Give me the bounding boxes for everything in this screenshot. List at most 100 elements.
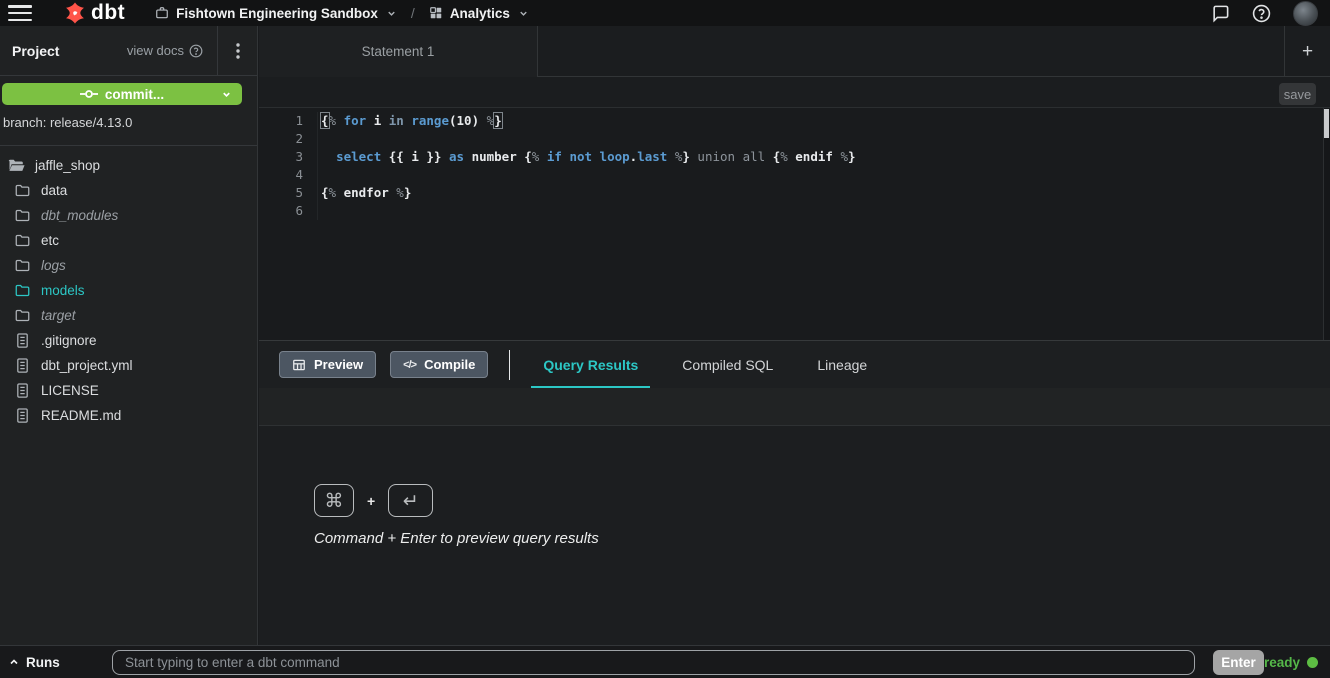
code-icon: </>	[403, 359, 416, 371]
file-icon	[14, 408, 31, 423]
code-line-3[interactable]: 3 select {{ i }} as number {% if not loo…	[259, 148, 1330, 166]
file-icon	[14, 383, 31, 398]
status-dot	[1307, 657, 1318, 668]
tab-lineage[interactable]: Lineage	[805, 341, 879, 389]
tree-item-label: dbt_modules	[41, 208, 118, 223]
apps-grid-icon	[429, 6, 443, 20]
results-panel-content: ⌘ + ↵ Command + Enter to preview query r…	[259, 426, 1330, 645]
enter-key-icon: ↵	[388, 484, 433, 517]
tree-item-dbt-modules[interactable]: dbt_modules	[0, 203, 257, 228]
line-number: 3	[259, 148, 317, 166]
tree-item-gitignore[interactable]: .gitignore	[0, 328, 257, 353]
dbt-command-input[interactable]	[112, 650, 1195, 675]
dbt-logo[interactable]: dbt	[62, 0, 125, 26]
tab-statement-1[interactable]: Statement 1	[259, 26, 538, 77]
status-indicator: ready	[1264, 655, 1318, 670]
editor-scrollbar-thumb[interactable]	[1324, 109, 1329, 138]
code-line-2[interactable]: 2	[259, 130, 1330, 148]
tree-item-label: logs	[41, 258, 66, 273]
main-area: Statement 1 + save 1{% for i in range(10…	[259, 26, 1330, 645]
code-line-content: select {{ i }} as number {% if not loop.…	[317, 148, 856, 166]
line-number: 5	[259, 184, 317, 202]
hamburger-menu-icon[interactable]	[8, 5, 32, 21]
chevron-up-icon	[8, 656, 20, 668]
tree-item-logs[interactable]: logs	[0, 253, 257, 278]
branch-label: branch: release/4.13.0	[3, 115, 257, 130]
project-switcher[interactable]: Analytics	[429, 6, 529, 21]
plus-icon: +	[1302, 41, 1313, 63]
save-button[interactable]: save	[1279, 83, 1316, 105]
chevron-down-icon	[386, 8, 397, 19]
sidebar-title: Project	[0, 43, 127, 59]
tree-item-dbt-project-yml[interactable]: dbt_project.yml	[0, 353, 257, 378]
line-number: 2	[259, 130, 317, 148]
line-number: 6	[259, 202, 317, 220]
avatar[interactable]	[1293, 1, 1318, 26]
account-name: Fishtown Engineering Sandbox	[176, 6, 378, 21]
code-line-content: {% for i in range(10) %}	[317, 112, 502, 130]
code-line-content	[317, 166, 321, 184]
sidebar-header: Project view docs	[0, 26, 257, 76]
tree-item-jaffle-shop[interactable]: jaffle_shop	[0, 153, 257, 178]
new-tab-button[interactable]: +	[1284, 26, 1330, 77]
folder-icon	[14, 259, 31, 272]
tab-query-results[interactable]: Query Results	[531, 341, 650, 389]
preview-button[interactable]: Preview	[279, 351, 376, 378]
code-line-4[interactable]: 4	[259, 166, 1330, 184]
project-name: Analytics	[450, 6, 510, 21]
enter-button[interactable]: Enter	[1213, 650, 1264, 675]
help-icon[interactable]	[1252, 4, 1271, 23]
top-bar-actions	[1211, 1, 1318, 26]
tree-item-data[interactable]: data	[0, 178, 257, 203]
tree-item-license[interactable]: LICENSE	[0, 378, 257, 403]
plus-sign: +	[367, 493, 375, 509]
folder-icon	[14, 184, 31, 197]
table-icon	[292, 358, 306, 372]
folder-icon	[14, 234, 31, 247]
compile-button[interactable]: </> Compile	[390, 351, 488, 378]
tree-item-label: data	[41, 183, 67, 198]
briefcase-icon	[155, 6, 169, 20]
tree-item-etc[interactable]: etc	[0, 228, 257, 253]
more-options-icon[interactable]	[217, 26, 257, 76]
tree-item-readme-md[interactable]: README.md	[0, 403, 257, 428]
dbt-logo-icon	[62, 0, 88, 26]
preview-button-label: Preview	[314, 357, 363, 372]
tree-item-models[interactable]: models	[0, 278, 257, 303]
commit-button-label: commit...	[105, 87, 164, 102]
tab-label: Lineage	[817, 357, 867, 373]
account-switcher[interactable]: Fishtown Engineering Sandbox	[155, 6, 397, 21]
runs-label: Runs	[26, 655, 60, 670]
command-key-icon: ⌘	[314, 484, 354, 517]
tab-label: Compiled SQL	[682, 357, 773, 373]
chevron-down-icon	[518, 8, 529, 19]
code-line-5[interactable]: 5{% endfor %}	[259, 184, 1330, 202]
status-label: ready	[1264, 655, 1300, 670]
tree-item-label: target	[41, 308, 76, 323]
view-docs-link[interactable]: view docs	[127, 43, 217, 58]
dbt-logo-text: dbt	[91, 0, 125, 26]
top-bar: dbt Fishtown Engineering Sandbox / Analy…	[0, 0, 1330, 26]
editor-tab-bar: Statement 1 +	[259, 26, 1330, 77]
tab-compiled-sql[interactable]: Compiled SQL	[670, 341, 785, 389]
editor-scrollbar[interactable]	[1323, 108, 1330, 340]
line-number: 1	[259, 112, 317, 130]
tab-label: Query Results	[543, 357, 638, 373]
code-line-6[interactable]: 6	[259, 202, 1330, 220]
code-line-1[interactable]: 1{% for i in range(10) %}	[259, 112, 1330, 130]
tree-item-label: README.md	[41, 408, 121, 423]
chevron-down-icon[interactable]	[221, 89, 232, 100]
commit-button[interactable]: commit...	[2, 83, 242, 105]
folder-icon	[14, 209, 31, 222]
runs-toggle[interactable]: Runs	[8, 655, 112, 670]
code-line-content: {% endfor %}	[317, 184, 411, 202]
folder-icon	[14, 284, 31, 297]
code-editor[interactable]: 1{% for i in range(10) %}23 select {{ i …	[259, 108, 1330, 340]
chat-icon[interactable]	[1211, 4, 1230, 23]
sidebar: Project view docs commit... branch: rele…	[0, 26, 258, 645]
panel-divider	[509, 350, 510, 380]
tree-item-target[interactable]: target	[0, 303, 257, 328]
file-tree: jaffle_shopdata dbt_modulesetc logs models t…	[0, 145, 257, 428]
bottom-command-bar: Runs Enter ready	[0, 645, 1330, 678]
file-icon	[14, 358, 31, 373]
